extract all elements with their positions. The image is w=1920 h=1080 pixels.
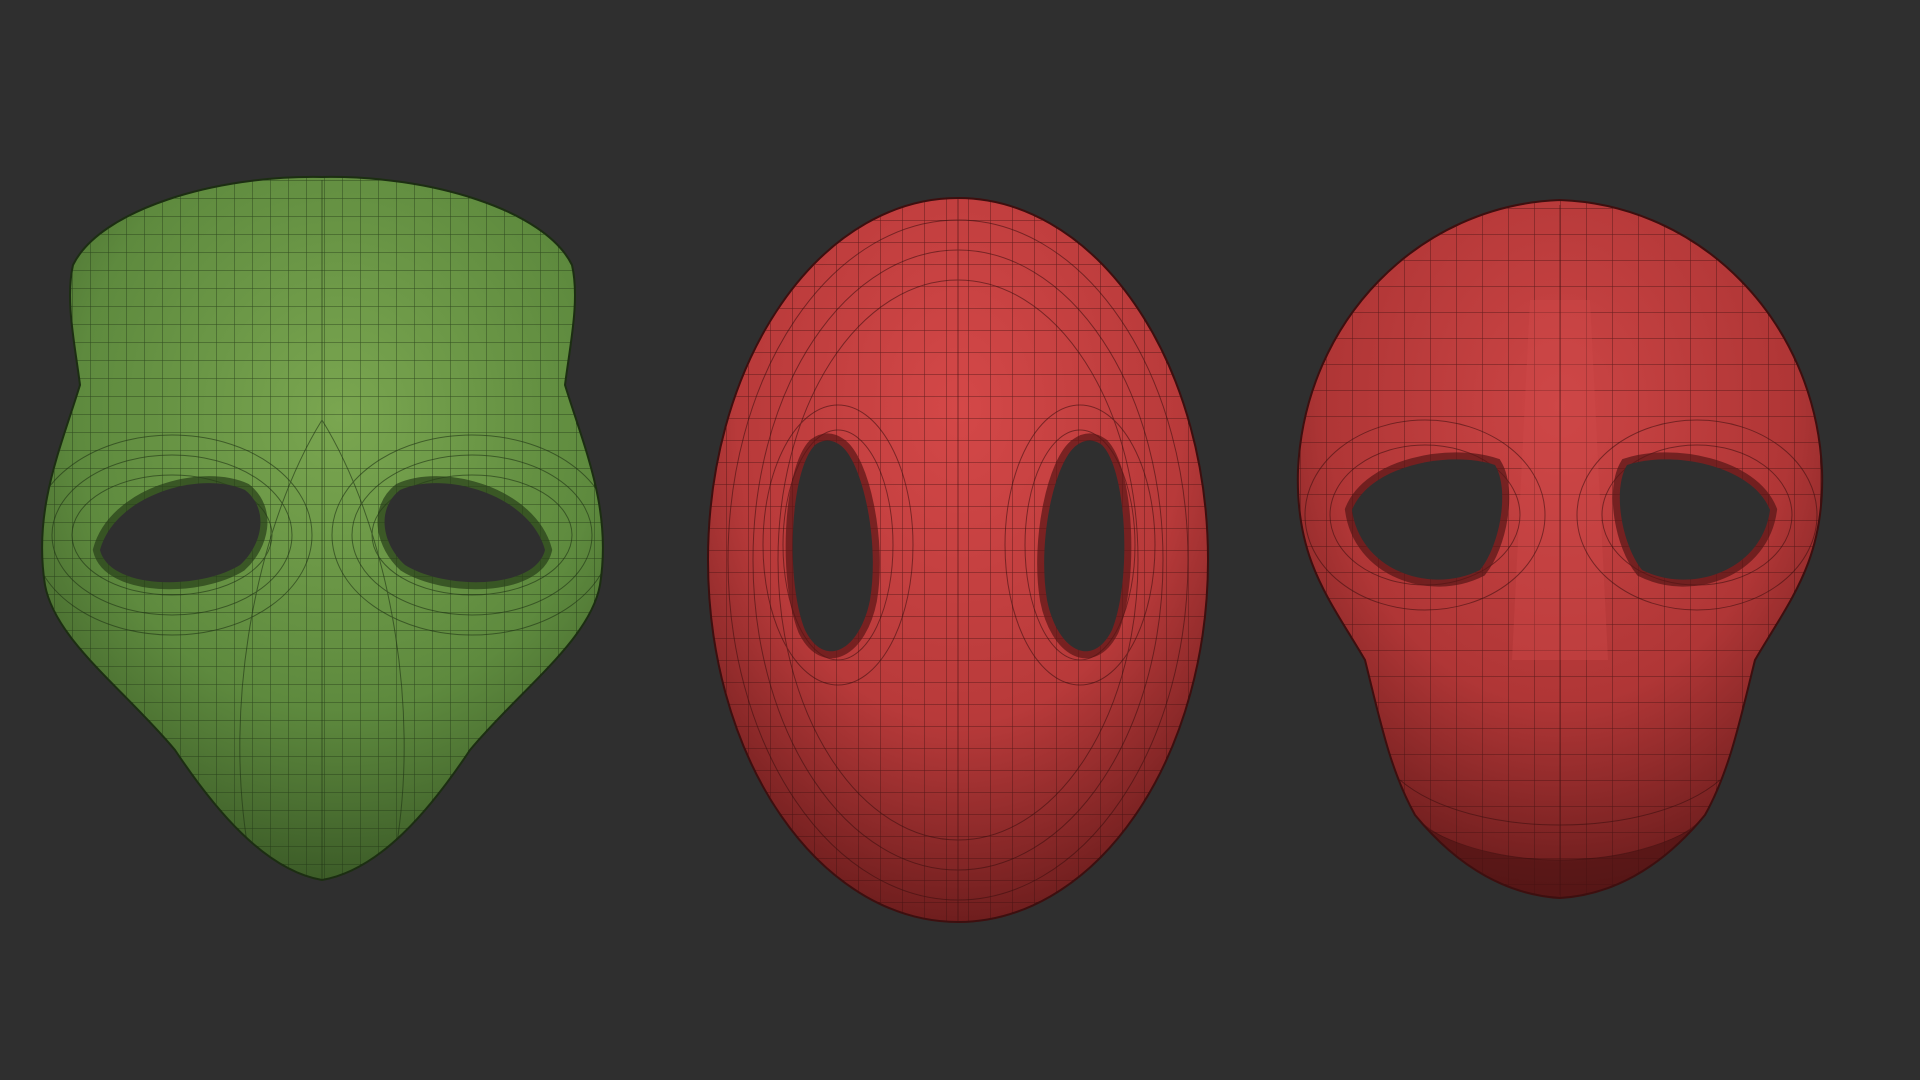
red-skull-mask-mesh[interactable]	[1280, 190, 1840, 910]
3d-viewport[interactable]	[0, 0, 1920, 1080]
red-oval-mask-mesh[interactable]	[690, 180, 1230, 940]
scene-canvas	[0, 150, 1840, 940]
green-mask-mesh[interactable]	[0, 150, 680, 910]
